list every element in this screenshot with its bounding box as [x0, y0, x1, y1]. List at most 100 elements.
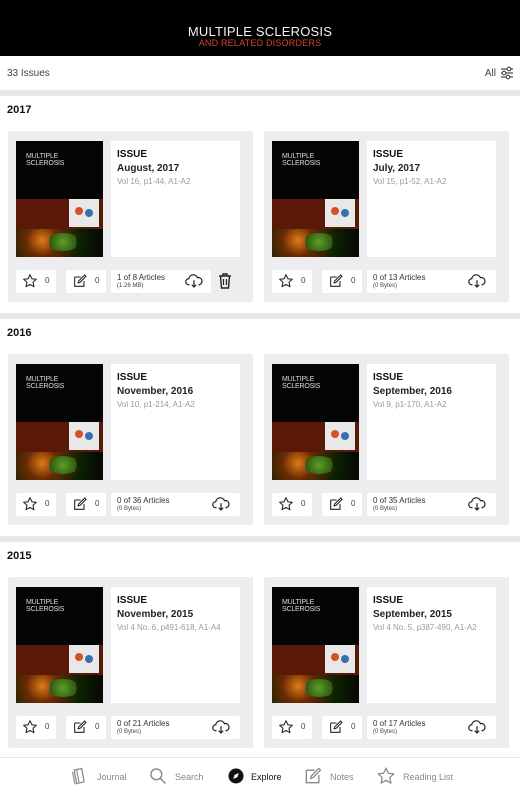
cover-cell-art: [46, 679, 80, 697]
cover-title-line1: MULTIPLE: [282, 376, 315, 383]
tab-label: Journal: [97, 772, 127, 782]
cover-title-line1: MULTIPLE: [282, 153, 315, 160]
tab-notes[interactable]: Notes: [303, 758, 359, 800]
issue-info[interactable]: ISSUE August, 2017 Vol 16, p1-44, A1-A2: [111, 141, 240, 257]
notes-button[interactable]: 0: [322, 270, 362, 293]
issue-cover[interactable]: MULTIPLE SCLEROSIS: [272, 587, 359, 703]
issue-label: ISSUE: [117, 149, 148, 160]
download-button[interactable]: 0 of 35 Articles (0 Bytes): [367, 493, 496, 516]
bookmark-count: 0: [45, 276, 50, 285]
edit-icon: [330, 274, 343, 287]
bookmark-button[interactable]: 0: [16, 716, 56, 739]
bookmark-button[interactable]: 0: [272, 716, 312, 739]
issue-card[interactable]: MULTIPLE SCLEROSIS ISSUE November, 2015 …: [8, 577, 253, 748]
notes-button[interactable]: 0: [322, 716, 362, 739]
notes-button[interactable]: 0: [66, 493, 106, 516]
download-size: (1.26 MB): [117, 283, 144, 289]
issue-cover[interactable]: MULTIPLE SCLEROSIS: [16, 141, 103, 257]
notes-button[interactable]: 0: [66, 716, 106, 739]
note-icon: [305, 767, 322, 784]
bookmark-button[interactable]: 0: [16, 270, 56, 293]
tab-search[interactable]: Search: [148, 758, 208, 800]
section-divider: [0, 536, 520, 542]
download-size: (0 Bytes): [373, 283, 398, 289]
issue-cover[interactable]: MULTIPLE SCLEROSIS: [272, 141, 359, 257]
article-count: 0 of 35 Articles: [373, 496, 426, 505]
issue-cover[interactable]: MULTIPLE SCLEROSIS: [16, 587, 103, 703]
issue-volume: Vol 4 No. 5, p387-490, A1-A2: [373, 623, 477, 632]
star-icon: [23, 497, 37, 511]
star-icon: [377, 767, 395, 784]
notes-button[interactable]: 0: [322, 493, 362, 516]
notes-button[interactable]: 0: [66, 270, 106, 293]
issue-cover[interactable]: MULTIPLE SCLEROSIS: [16, 364, 103, 480]
cover-title-line2: SCLEROSIS: [282, 383, 321, 390]
issue-cover[interactable]: MULTIPLE SCLEROSIS: [272, 364, 359, 480]
filter-bar: 33 Issues All: [0, 56, 520, 90]
cover-cell-art: [46, 233, 80, 251]
download-button[interactable]: 0 of 13 Articles (0 Bytes): [367, 270, 496, 293]
delete-icon[interactable]: [217, 272, 233, 290]
issue-card[interactable]: MULTIPLE SCLEROSIS ISSUE November, 2016 …: [8, 354, 253, 525]
app-header: MULTIPLE SCLEROSIS AND RELATED DISORDERS: [0, 0, 520, 56]
issue-card[interactable]: MULTIPLE SCLEROSIS ISSUE September, 2016…: [264, 354, 509, 525]
bookmark-button[interactable]: 0: [272, 270, 312, 293]
issue-volume: Vol 15, p1-52, A1-A2: [373, 177, 447, 186]
compass-icon: [228, 768, 244, 784]
cover-cell-art: [302, 233, 336, 251]
star-icon: [23, 274, 37, 288]
tab-explore[interactable]: Explore: [226, 758, 288, 800]
cover-title-line1: MULTIPLE: [26, 376, 59, 383]
edit-icon: [330, 720, 343, 733]
issue-date: November, 2015: [117, 609, 194, 620]
article-count: 0 of 36 Articles: [117, 496, 170, 505]
download-button[interactable]: 1 of 8 Articles (1.26 MB): [111, 270, 211, 293]
notes-count: 0: [351, 722, 356, 731]
star-icon: [279, 274, 293, 288]
issue-date: September, 2016: [373, 386, 452, 397]
sliders-icon[interactable]: [500, 66, 514, 80]
bookmark-button[interactable]: 0: [16, 493, 56, 516]
journal-title: MULTIPLE SCLEROSIS: [187, 24, 333, 39]
issue-date: July, 2017: [373, 163, 421, 174]
issue-info[interactable]: ISSUE November, 2015 Vol 4 No. 6, p491-6…: [111, 587, 240, 703]
section-divider: [0, 313, 520, 319]
bookmark-count: 0: [45, 722, 50, 731]
article-count: 1 of 8 Articles: [117, 273, 166, 282]
star-icon: [279, 720, 293, 734]
notes-count: 0: [95, 722, 100, 731]
download-button[interactable]: 0 of 36 Articles (0 Bytes): [111, 493, 240, 516]
download-size: (0 Bytes): [373, 729, 398, 735]
issue-label: ISSUE: [117, 595, 148, 606]
download-size: (0 Bytes): [373, 506, 398, 512]
issue-card[interactable]: MULTIPLE SCLEROSIS ISSUE July, 2017 Vol …: [264, 131, 509, 302]
tab-reading-list[interactable]: Reading List: [376, 758, 456, 800]
star-icon: [23, 720, 37, 734]
issue-card[interactable]: MULTIPLE SCLEROSIS ISSUE September, 2015…: [264, 577, 509, 748]
download-button[interactable]: 0 of 17 Articles (0 Bytes): [367, 716, 496, 739]
search-icon: [150, 768, 167, 785]
issue-volume: Vol 16, p1-44, A1-A2: [117, 177, 191, 186]
issue-info[interactable]: ISSUE July, 2017 Vol 15, p1-52, A1-A2: [367, 141, 496, 257]
bookmark-button[interactable]: 0: [272, 493, 312, 516]
issue-info[interactable]: ISSUE September, 2015 Vol 4 No. 5, p387-…: [367, 587, 496, 703]
download-button[interactable]: 0 of 21 Articles (0 Bytes): [111, 716, 240, 739]
cover-cell-art: [302, 456, 336, 474]
journal-subtitle: AND RELATED DISORDERS: [198, 38, 322, 48]
issue-card[interactable]: MULTIPLE SCLEROSIS ISSUE August, 2017 Vo…: [8, 131, 253, 302]
filter-button[interactable]: All: [485, 68, 496, 79]
issue-info[interactable]: ISSUE November, 2016 Vol 10, p1-214, A1-…: [111, 364, 240, 480]
issue-info[interactable]: ISSUE September, 2016 Vol 9, p1-170, A1-…: [367, 364, 496, 480]
cover-cell-art: [46, 456, 80, 474]
cover-figure: [69, 422, 99, 450]
cloud-download-icon: [185, 274, 203, 288]
cover-title-line2: SCLEROSIS: [26, 160, 65, 167]
cover-title-line2: SCLEROSIS: [282, 606, 321, 613]
notes-count: 0: [351, 276, 356, 285]
tab-journal[interactable]: Journal: [70, 758, 130, 800]
article-count: 0 of 17 Articles: [373, 719, 426, 728]
cover-figure: [325, 422, 355, 450]
cover-title-line1: MULTIPLE: [282, 599, 315, 606]
issue-volume: Vol 4 No. 6, p491-618, A1-A4: [117, 623, 221, 632]
issue-count: 33 Issues: [7, 68, 50, 79]
